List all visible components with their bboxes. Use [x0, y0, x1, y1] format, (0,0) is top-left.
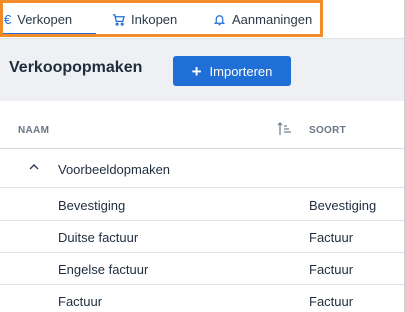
row-name: Duitse factuur	[58, 230, 139, 245]
tab-highlight-box	[0, 0, 323, 37]
row-kind: Factuur	[309, 262, 354, 277]
column-header-name[interactable]: NAAM	[18, 125, 49, 136]
row-kind: Factuur	[309, 230, 354, 245]
row-kind: Bevestiging	[309, 198, 377, 213]
top-tab-bar: € Verkopen Inkopen Aanmaningen	[0, 0, 405, 38]
table-row[interactable]: Duitse factuur Factuur	[0, 221, 405, 253]
page-title: Verkoopopmaken	[9, 59, 143, 76]
plus-icon: +	[191, 61, 202, 81]
group-row[interactable]: Voorbeeldopmaken	[0, 149, 405, 188]
import-button-label: Importeren	[209, 63, 273, 79]
table-row[interactable]: Bevestiging Bevestiging	[0, 189, 405, 221]
row-name: Factuur	[58, 294, 103, 309]
row-kind: Factuur	[309, 294, 354, 309]
group-label: Voorbeeldopmaken	[58, 162, 171, 177]
page-header: Verkoopopmaken + Importeren	[0, 38, 405, 101]
table-header: NAAM SOORT	[0, 118, 405, 144]
column-header-kind[interactable]: SOORT	[309, 125, 346, 136]
table-row[interactable]: Factuur Factuur	[0, 285, 405, 312]
chevron-up-icon[interactable]	[28, 160, 40, 174]
row-name: Engelse factuur	[58, 262, 149, 277]
sort-ascending-icon[interactable]	[276, 120, 292, 138]
row-name: Bevestiging	[58, 198, 126, 213]
table-row[interactable]: Engelse factuur Factuur	[0, 253, 405, 285]
import-button[interactable]: + Importeren	[173, 56, 291, 86]
